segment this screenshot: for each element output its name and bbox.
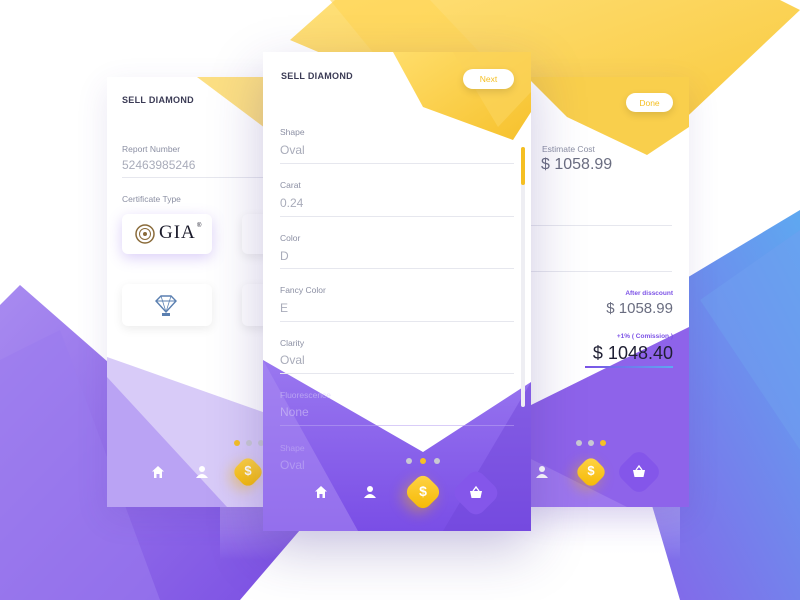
- certificate-type-label: Certificate Type: [122, 194, 181, 204]
- page-dot-1: [406, 458, 412, 464]
- report-number-field[interactable]: 52463985246: [122, 158, 195, 172]
- page-dot-2: [420, 458, 426, 464]
- page-dot-2: [246, 440, 252, 446]
- commission-value: $ 1048.40: [592, 343, 673, 363]
- field-value: Oval: [280, 458, 305, 472]
- commission-label: +1% ( Comission ): [616, 333, 673, 340]
- home-icon[interactable]: [151, 465, 165, 479]
- dollar-icon: $: [587, 463, 595, 478]
- after-discount-label: After disscount: [625, 290, 673, 297]
- field-label: Carat: [280, 180, 301, 190]
- next-button[interactable]: Next: [463, 69, 514, 89]
- field-value: Oval: [280, 353, 305, 367]
- divider: [280, 373, 514, 374]
- estimate-cost-value: $ 1058.99: [541, 156, 613, 173]
- igi-option[interactable]: [122, 284, 212, 326]
- user-icon[interactable]: [195, 465, 209, 479]
- gia-logo-text: GIA: [159, 222, 196, 243]
- total-underline: [585, 366, 673, 368]
- page-title: SELL DIAMOND: [122, 95, 194, 105]
- divider: [527, 271, 672, 272]
- basket-icon: [470, 486, 482, 498]
- field-label: Fancy Color: [280, 285, 326, 295]
- field-label: Fluorescence: [280, 390, 332, 400]
- home-icon[interactable]: [314, 485, 328, 499]
- estimate-cost-label: Estimate Cost: [542, 144, 595, 154]
- after-discount-value: $ 1058.99: [606, 300, 673, 317]
- field-label: Color: [280, 233, 301, 243]
- dollar-icon: $: [419, 483, 427, 499]
- scrollbar-thumb[interactable]: [521, 147, 525, 185]
- report-number-label: Report Number: [122, 144, 181, 154]
- divider: [280, 163, 514, 164]
- field-value: None: [280, 405, 309, 419]
- estimate-card: Done Estimate Cost $ 1058.99 After dissc…: [527, 77, 689, 507]
- dollar-icon: $: [244, 463, 252, 478]
- page-dot-3: [434, 458, 440, 464]
- scrollbar-track[interactable]: [521, 147, 525, 407]
- field-label: Shape: [280, 127, 305, 137]
- divider: [280, 425, 514, 426]
- diamond-details-card: SELL DIAMOND Next Shape Oval Carat 0.24 …: [263, 52, 531, 531]
- field-label: Shape: [280, 443, 305, 453]
- divider: [122, 177, 277, 178]
- user-icon[interactable]: [363, 485, 377, 499]
- field-value: 0.24: [280, 196, 304, 210]
- divider: [527, 225, 672, 226]
- page-title: SELL DIAMOND: [281, 71, 353, 81]
- field-value: D: [280, 249, 289, 263]
- certificate-card: SELL DIAMOND Report Number 52463985246 C…: [107, 77, 277, 507]
- divider: [280, 268, 514, 269]
- gia-seal-icon: [135, 224, 155, 244]
- page-dot-1: [234, 440, 240, 446]
- diamond-cert-icon: [155, 295, 177, 316]
- page-dot-3: [600, 440, 606, 446]
- done-button[interactable]: Done: [626, 93, 673, 112]
- page-dot-2: [588, 440, 594, 446]
- gia-option[interactable]: GIA ®: [122, 214, 212, 254]
- user-icon[interactable]: [535, 465, 549, 479]
- field-value: E: [280, 301, 289, 315]
- registered-mark: ®: [197, 223, 202, 229]
- divider: [280, 216, 514, 217]
- field-value: Oval: [280, 143, 305, 157]
- divider: [280, 321, 514, 322]
- field-label: Clarity: [280, 338, 305, 348]
- basket-icon: [633, 465, 645, 477]
- page-dot-1: [576, 440, 582, 446]
